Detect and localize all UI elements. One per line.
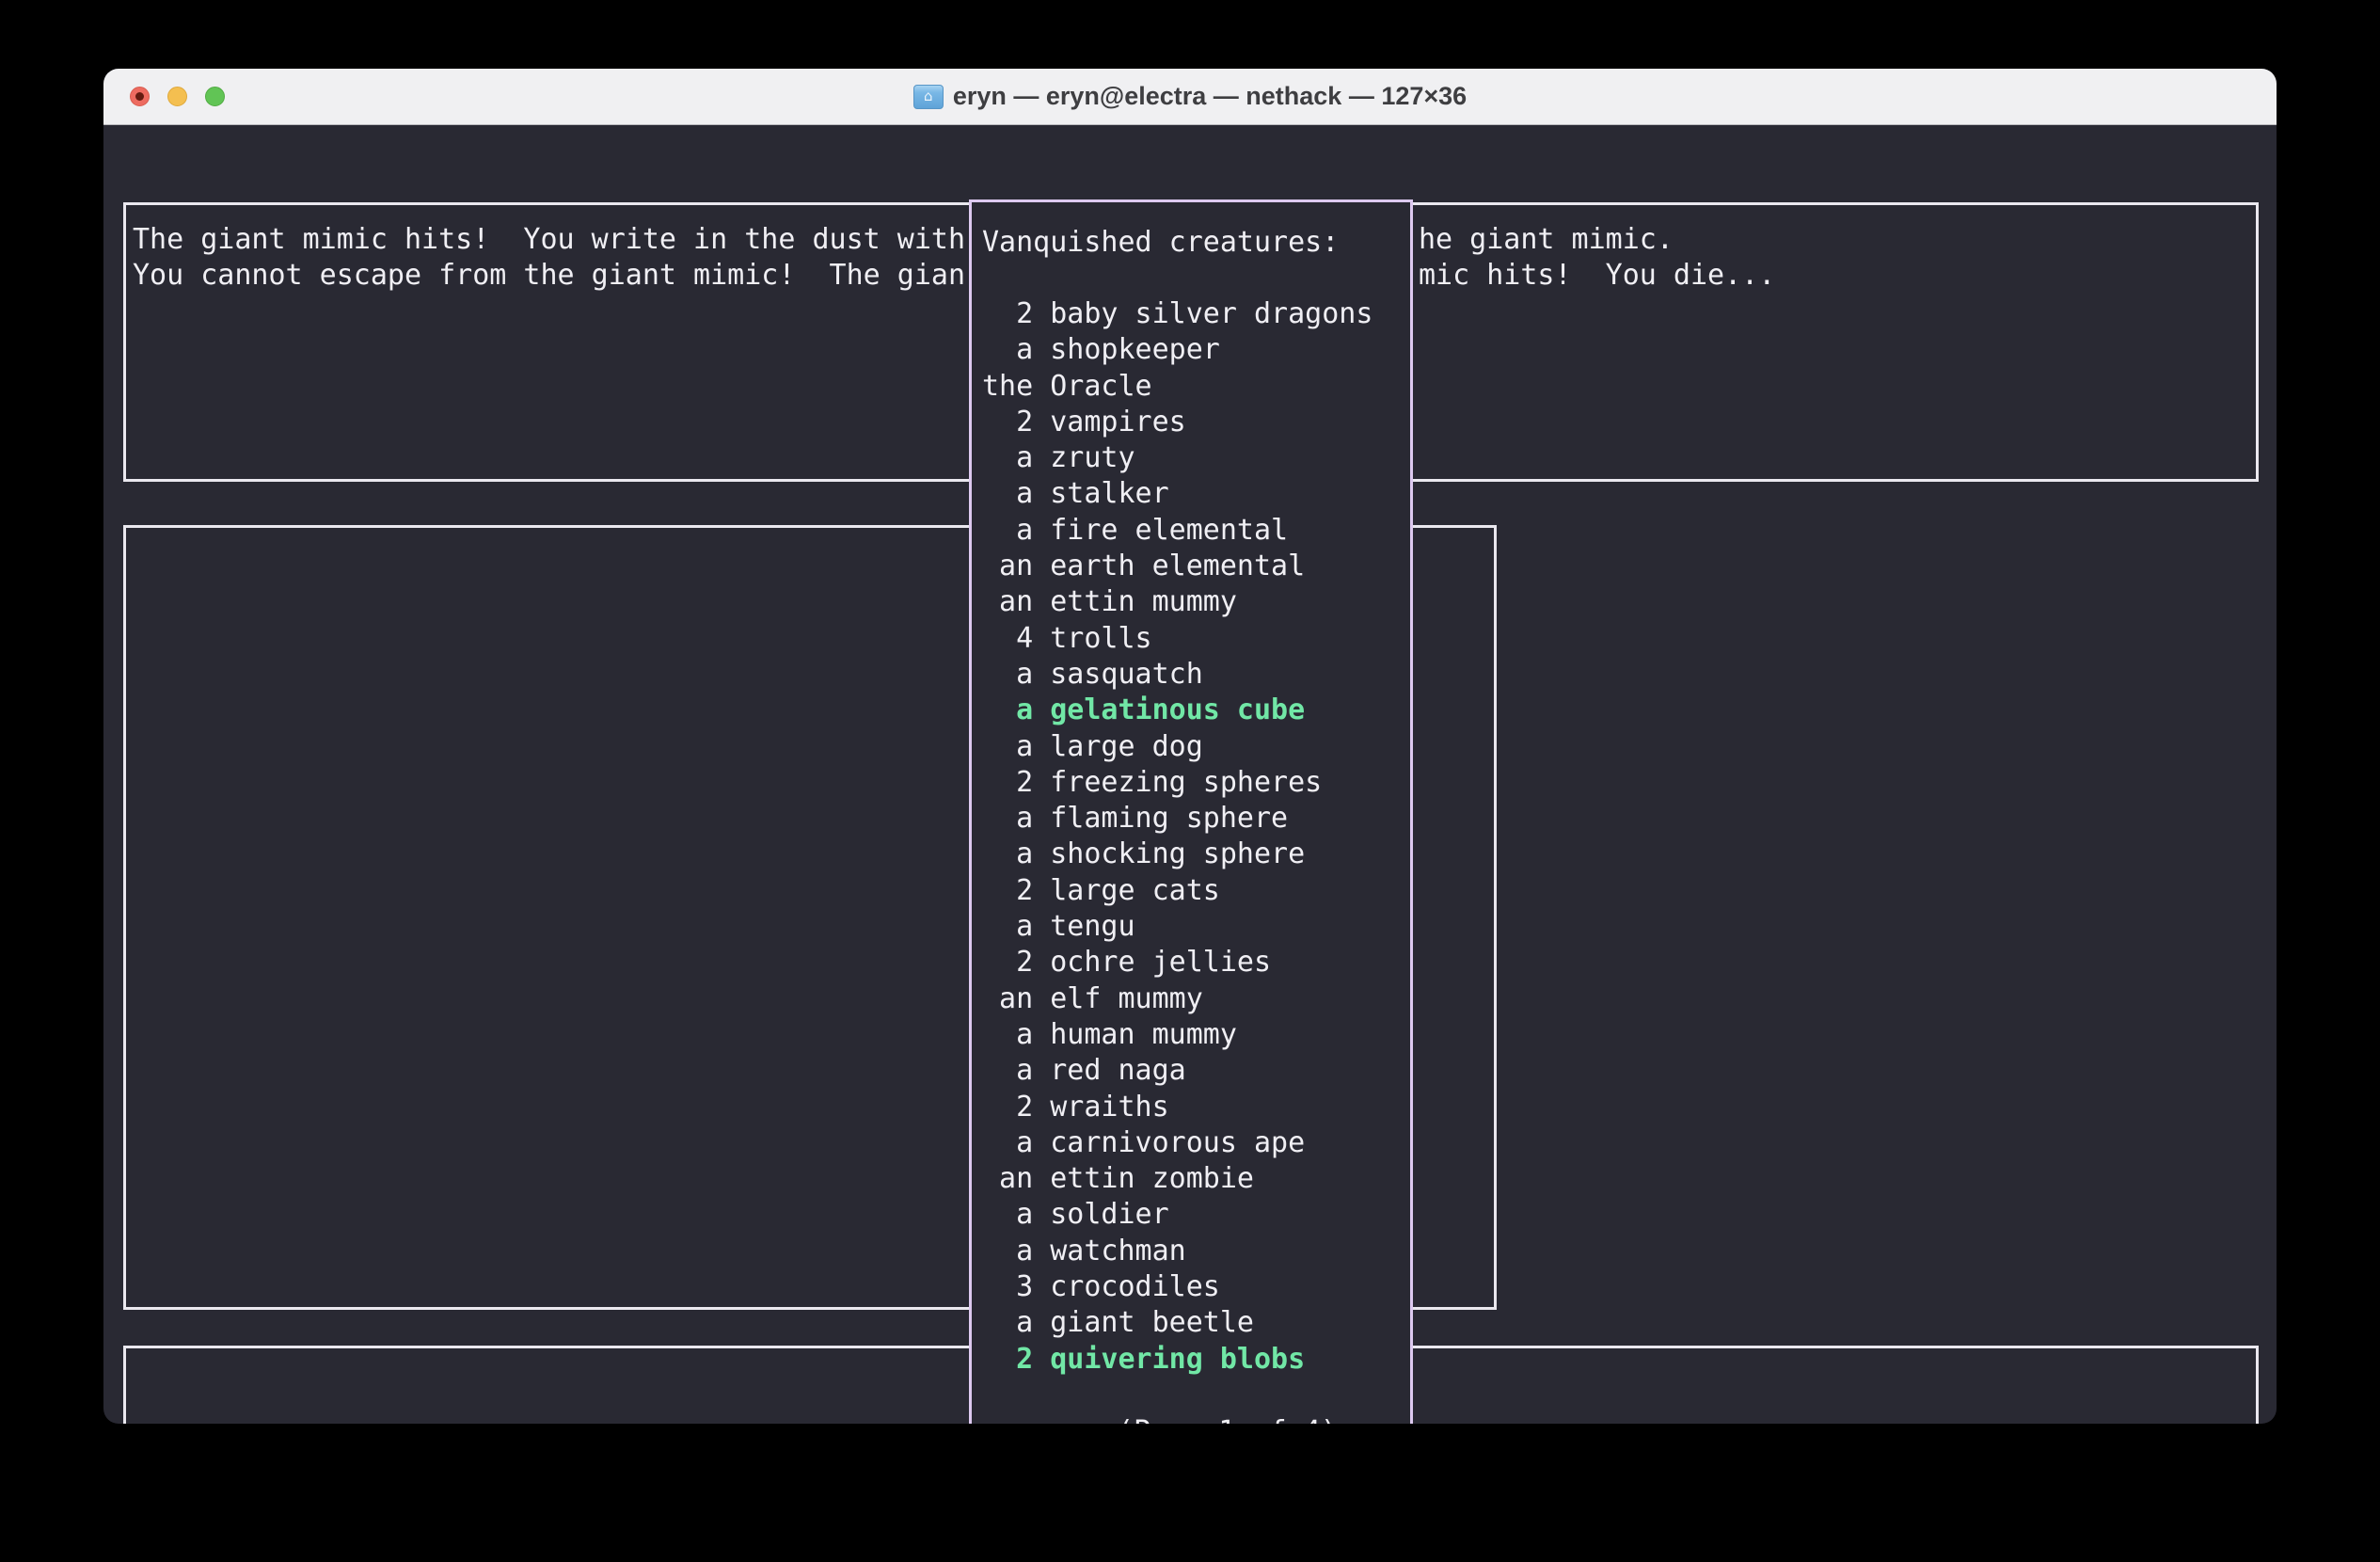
vanquished-item: an earth elemental xyxy=(982,549,1372,584)
vanquished-item: 2 vampires xyxy=(982,405,1372,440)
vanquished-item: a red naga xyxy=(982,1053,1372,1089)
vanquished-item: a fire elemental xyxy=(982,513,1372,549)
vanquished-item: a human mummy xyxy=(982,1017,1372,1053)
terminal-window: ⌂ eryn — eryn@electra — nethack — 127×36… xyxy=(103,69,2277,1424)
vanquished-item: 2 ochre jellies xyxy=(982,945,1372,980)
vanquished-item: 2 wraiths xyxy=(982,1090,1372,1125)
vanquished-list: 2 baby silver dragons a shopkeeperthe Or… xyxy=(982,296,1372,1378)
vanquished-creatures-popup: Vanquished creatures: 2 baby silver drag… xyxy=(969,199,1413,1424)
vanquished-item: a tengu xyxy=(982,909,1372,945)
vanquished-item: 2 freezing spheres xyxy=(982,765,1372,801)
titlebar[interactable]: ⌂ eryn — eryn@electra — nethack — 127×36 xyxy=(103,69,2277,125)
vanquished-item: a shopkeeper xyxy=(982,332,1372,368)
vanquished-item: 2 large cats xyxy=(982,873,1372,909)
vanquished-item-highlighted: 2 quivering blobs xyxy=(982,1342,1372,1378)
vanquished-item-highlighted: a gelatinous cube xyxy=(982,693,1372,728)
message-line2-right: mic hits! You die... xyxy=(1419,258,1775,294)
vanquished-item: a carnivorous ape xyxy=(982,1125,1372,1161)
message-line1-left: The giant mimic hits! You write in the d… xyxy=(133,222,965,258)
vanquished-item: an ettin zombie xyxy=(982,1161,1372,1197)
traffic-lights xyxy=(130,69,225,124)
vanquished-item: 4 trolls xyxy=(982,621,1372,657)
vanquished-item: a soldier xyxy=(982,1197,1372,1233)
page-indicator: (Page 1 of 4) => xyxy=(1117,1414,1388,1424)
vanquished-item: a zruty xyxy=(982,440,1372,476)
vanquished-item: an elf mummy xyxy=(982,981,1372,1017)
message-line1-right: he giant mimic. xyxy=(1419,222,1674,258)
message-line2-left: You cannot escape from the giant mimic! … xyxy=(133,258,965,294)
unsaved-changes-dot-icon xyxy=(135,92,144,101)
terminal-content: The giant mimic hits! You write in the d… xyxy=(103,125,2277,1424)
vanquished-item: a large dog xyxy=(982,729,1372,765)
vanquished-item: an ettin mummy xyxy=(982,584,1372,620)
home-folder-icon: ⌂ xyxy=(913,85,944,109)
popup-title: Vanquished creatures: xyxy=(982,225,1339,261)
window-title-group: ⌂ eryn — eryn@electra — nethack — 127×36 xyxy=(913,84,1467,109)
vanquished-item: a sasquatch xyxy=(982,657,1372,693)
vanquished-item: a giant beetle xyxy=(982,1305,1372,1341)
vanquished-item: a watchman xyxy=(982,1234,1372,1269)
vanquished-item: a shocking sphere xyxy=(982,837,1372,872)
close-button[interactable] xyxy=(130,87,150,106)
vanquished-item: 3 crocodiles xyxy=(982,1269,1372,1305)
minimize-button[interactable] xyxy=(167,87,187,106)
vanquished-item: a flaming sphere xyxy=(982,801,1372,837)
window-title: eryn — eryn@electra — nethack — 127×36 xyxy=(953,84,1467,109)
vanquished-item: a stalker xyxy=(982,476,1372,512)
vanquished-item: 2 baby silver dragons xyxy=(982,296,1372,332)
vanquished-item: the Oracle xyxy=(982,369,1372,405)
zoom-button[interactable] xyxy=(205,87,225,106)
